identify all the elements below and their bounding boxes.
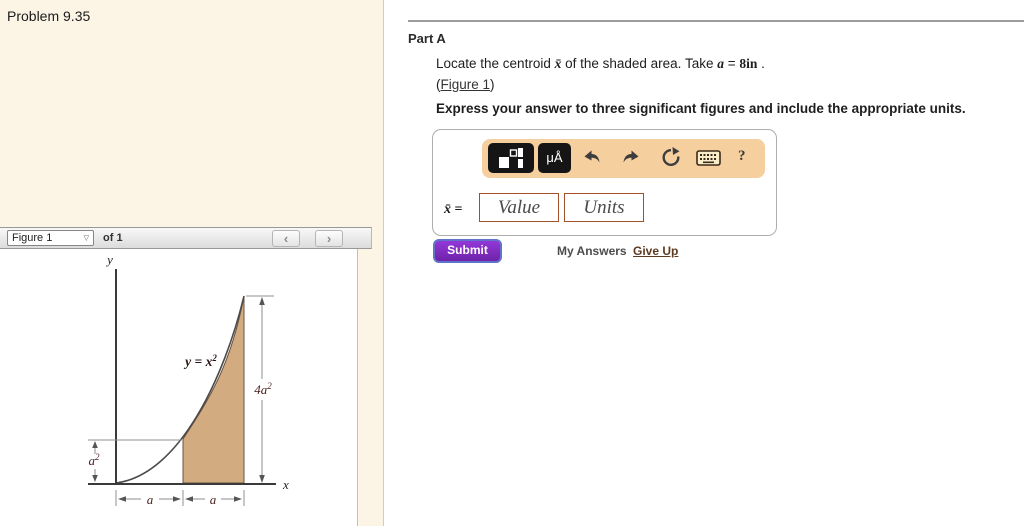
figure-1-link[interactable]: Figure 1 <box>441 77 491 92</box>
problem-statement: Locate the centroid x̄ of the shaded are… <box>436 56 765 72</box>
arrow-down-icon <box>92 475 98 482</box>
undo-icon <box>584 150 600 163</box>
submit-button[interactable]: Submit <box>433 239 502 263</box>
undo-button[interactable] <box>582 148 602 173</box>
bottom-dimension-ticks <box>115 490 245 506</box>
give-up-link[interactable]: Give Up <box>633 244 678 258</box>
figure-select-dropdown[interactable]: Figure 1 ▽ <box>7 230 94 246</box>
my-answers-link[interactable]: My Answers <box>557 244 627 258</box>
height-dimension-label: 4a2 <box>254 381 272 397</box>
template-icon <box>499 148 523 168</box>
x-axis-label: x <box>282 477 289 492</box>
redo-button[interactable] <box>621 148 641 173</box>
reset-icon <box>662 147 680 166</box>
centroid-variable: x̄ <box>444 202 451 217</box>
reset-button[interactable] <box>660 147 682 174</box>
arrow-up-icon <box>259 297 265 305</box>
figure-canvas: y x y = x2 4a2 a2 a a <box>0 249 358 526</box>
statement-text: of the shaded area. Take <box>561 56 718 71</box>
units-input[interactable]: Units <box>564 193 644 222</box>
figure-reference: (Figure 1) <box>436 77 495 92</box>
help-button[interactable]: ? <box>738 148 746 165</box>
shaded-area <box>182 295 245 484</box>
figure-count-label: of 1 <box>103 232 123 244</box>
base-dimension-label-right: a <box>210 492 217 507</box>
statement-text: . <box>757 56 765 71</box>
arrow-down-icon <box>259 475 265 483</box>
answer-variable-label: x̄ = <box>444 202 462 218</box>
chevron-down-icon: ▽ <box>83 235 89 242</box>
keyboard-button[interactable] <box>696 150 721 171</box>
small-height-dimension-label: a2 <box>89 452 101 468</box>
part-a-heading: Part A <box>408 31 446 46</box>
keyboard-icon <box>696 150 721 166</box>
figure-viewer-header: Figure 1 ▽ of 1 ‹ › <box>0 227 372 249</box>
a-variable: a <box>717 56 724 71</box>
arrow-up-icon <box>92 441 98 448</box>
answer-box: μÅ ? x̄ = Value Units <box>432 129 777 236</box>
centroid-figure: y x y = x2 4a2 a2 a a <box>88 252 289 507</box>
template-palette-button[interactable] <box>488 143 534 173</box>
y-axis-label: y <box>105 252 113 267</box>
problem-panel: Problem 9.35 Figure 1 ▽ of 1 ‹ › y x y =… <box>0 0 384 526</box>
equation-toolbar: μÅ ? <box>482 139 765 178</box>
equals-sign: = <box>451 202 463 217</box>
figure-prev-button[interactable]: ‹ <box>272 230 300 247</box>
figure-next-button[interactable]: › <box>315 230 343 247</box>
problem-title: Problem 9.35 <box>7 8 91 24</box>
base-dimension-label-left: a <box>147 492 154 507</box>
statement-text: = <box>723 56 740 71</box>
units-palette-button[interactable]: μÅ <box>538 143 571 173</box>
section-divider <box>408 20 1024 22</box>
statement-text: Locate the centroid <box>436 56 555 71</box>
given-value: 8in <box>739 56 758 71</box>
value-input[interactable]: Value <box>479 193 559 222</box>
answer-instruction: Express your answer to three significant… <box>436 101 966 116</box>
paren: ) <box>490 77 495 92</box>
figure-select-label: Figure 1 <box>12 232 53 244</box>
redo-icon <box>623 150 639 163</box>
curve-equation-label: y = x2 <box>183 353 217 369</box>
